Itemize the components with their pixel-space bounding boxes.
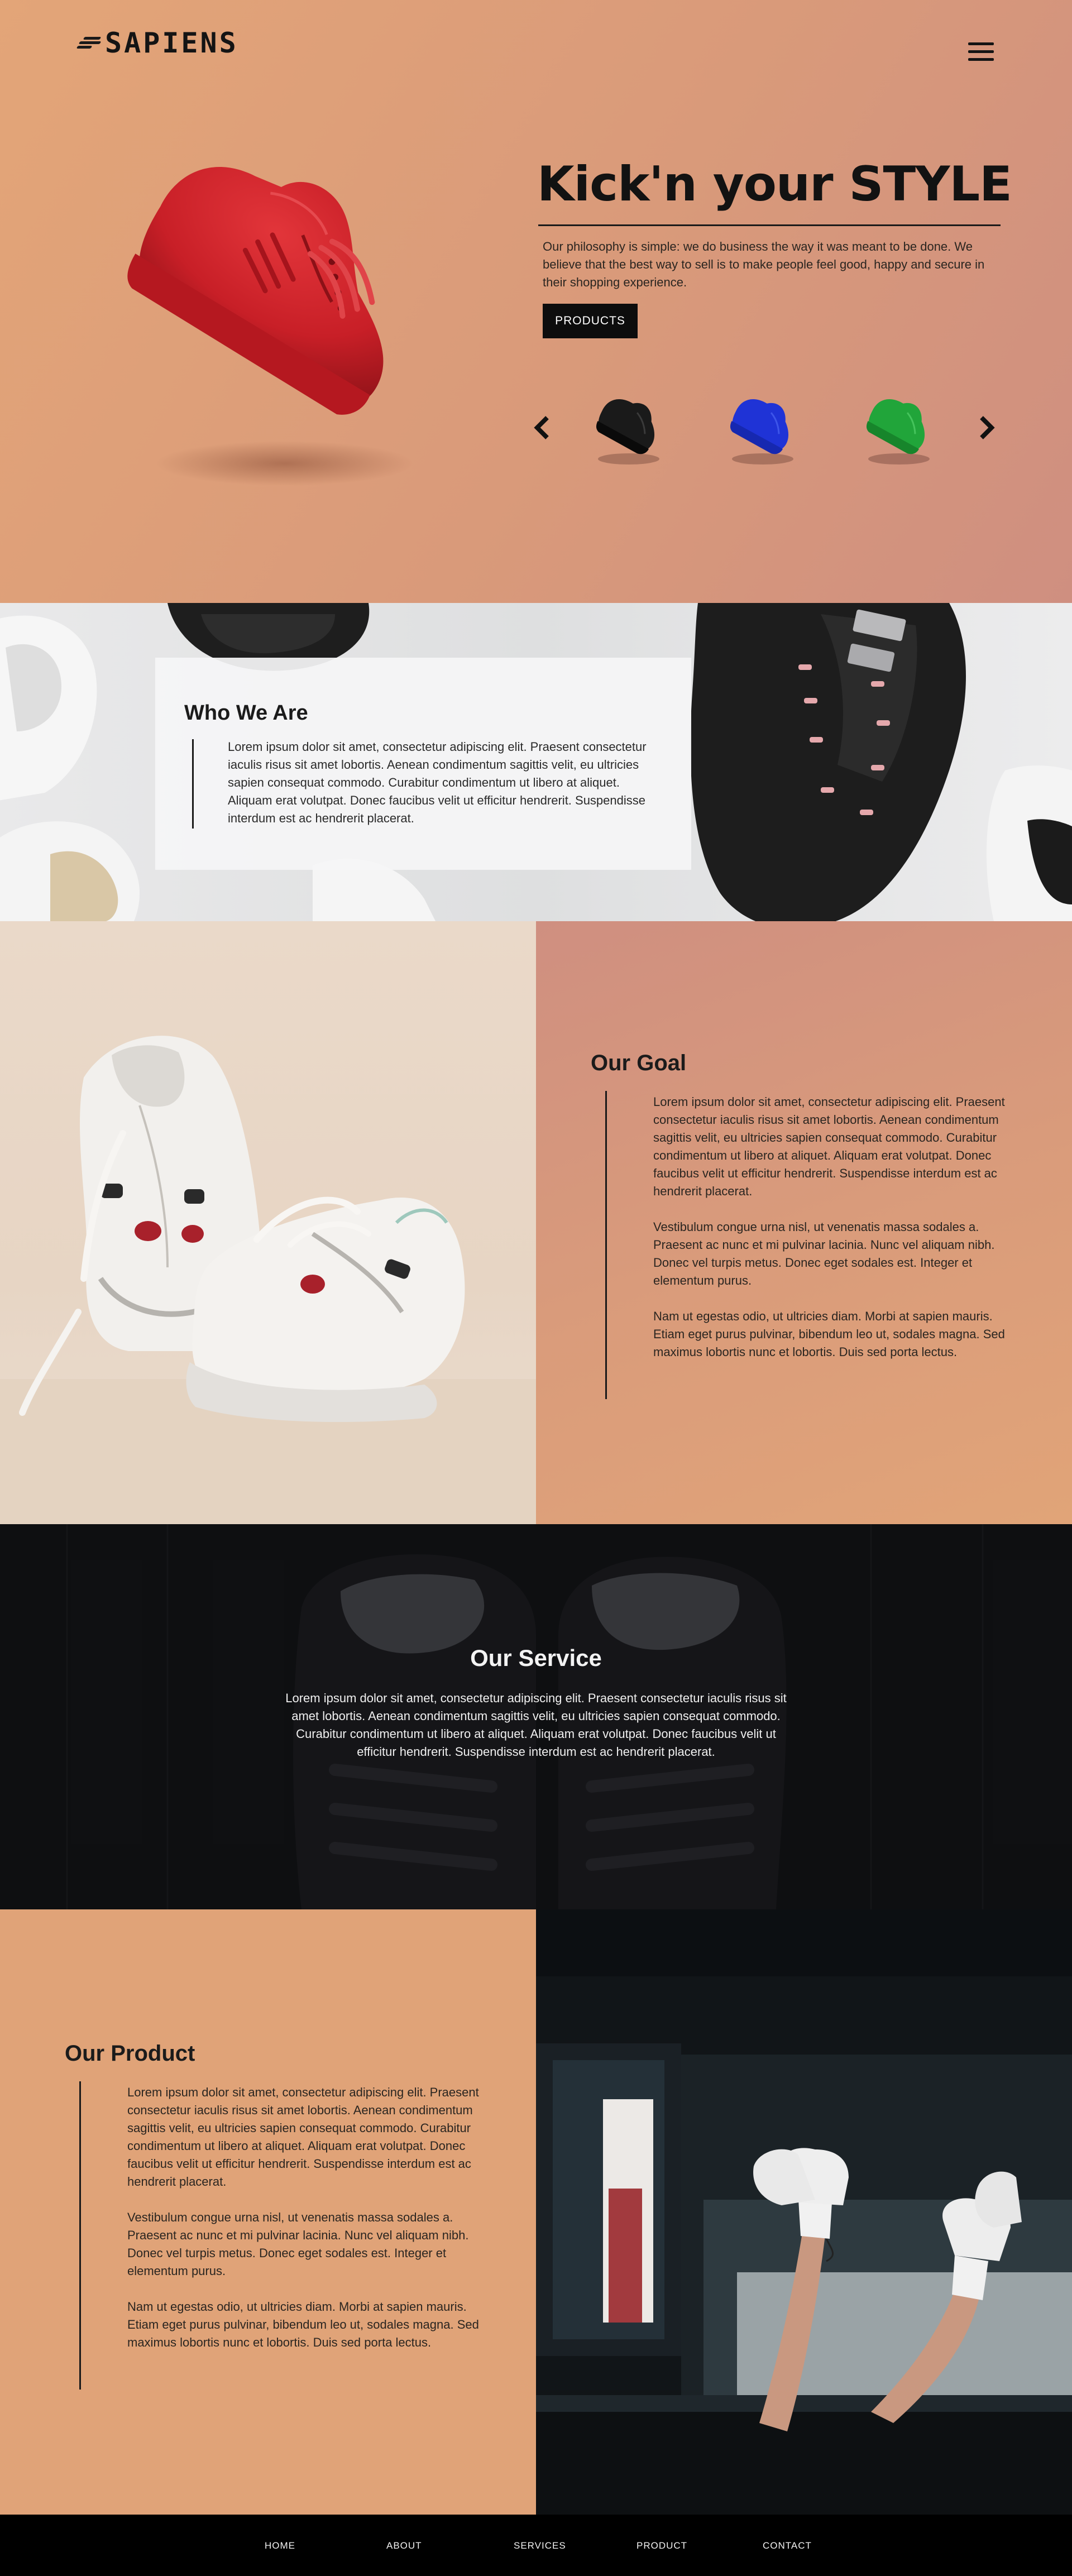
our-service-text: Lorem ipsum dolor sit amet, consectetur … xyxy=(285,1691,787,1759)
our-product-section: Our Product Lorem ipsum dolor sit amet, … xyxy=(0,1909,1072,2515)
our-product-paragraph: Lorem ipsum dolor sit amet, consectetur … xyxy=(127,2085,479,2189)
carousel-thumb-black-shoe[interactable] xyxy=(584,381,668,470)
hero-description: Our philosophy is simple: we do business… xyxy=(543,240,985,289)
hamburger-menu-icon[interactable] xyxy=(968,42,994,61)
our-goal-panel: Our Goal Lorem ipsum dolor sit amet, con… xyxy=(536,921,1072,1524)
nav-link-services[interactable]: SERVICES xyxy=(514,2540,566,2551)
footer-nav: HOME ABOUT SERVICES PRODUCT CONTACT xyxy=(0,2515,1072,2576)
hero-divider xyxy=(538,224,1001,226)
featured-red-shoe-image xyxy=(127,167,413,486)
hero-section: SAPIENS Kick'n your STYLE Our philosophy… xyxy=(0,0,1072,603)
our-product-title: Our Product xyxy=(65,2041,195,2066)
brand-logo[interactable]: SAPIENS xyxy=(76,27,238,59)
brand-name: SAPIENS xyxy=(105,27,238,59)
our-goal-paragraph: Lorem ipsum dolor sit amet, consectetur … xyxy=(653,1095,1005,1198)
our-goal-paragraph: Nam ut egestas odio, ut ultricies diam. … xyxy=(653,1309,1005,1359)
who-we-are-accent-bar xyxy=(192,739,194,829)
who-we-are-text: Lorem ipsum dolor sit amet, consectetur … xyxy=(228,740,647,825)
our-goal-paragraph: Vestibulum congue urna nisl, ut venenati… xyxy=(653,1220,995,1287)
our-product-text: Lorem ipsum dolor sit amet, consectetur … xyxy=(127,2084,479,2369)
our-goal-section: Our Goal Lorem ipsum dolor sit amet, con… xyxy=(0,921,1072,1524)
products-button[interactable]: PRODUCTS xyxy=(543,304,638,338)
our-product-accent-bar xyxy=(79,2081,81,2390)
our-goal-text: Lorem ipsum dolor sit amet, consectetur … xyxy=(653,1093,1011,1379)
who-we-are-card: Who We Are Lorem ipsum dolor sit amet, c… xyxy=(155,658,691,870)
our-goal-accent-bar xyxy=(605,1091,607,1399)
our-product-panel: Our Product Lorem ipsum dolor sit amet, … xyxy=(0,1909,536,2515)
nav-link-home[interactable]: HOME xyxy=(265,2540,295,2551)
our-service-section: Our Service Lorem ipsum dolor sit amet, … xyxy=(0,1524,1072,1909)
carousel-thumb-green-shoe[interactable] xyxy=(854,381,938,470)
hero-title: Kick'n your STYLE xyxy=(537,156,1012,212)
our-product-paragraph: Nam ut egestas odio, ut ultricies diam. … xyxy=(127,2300,479,2349)
nav-link-about[interactable]: ABOUT xyxy=(386,2540,422,2551)
our-goal-title: Our Goal xyxy=(591,1051,687,1075)
carousel-thumb-blue-shoe[interactable] xyxy=(718,381,802,470)
carousel-next-icon[interactable] xyxy=(978,415,995,440)
carousel-prev-icon[interactable] xyxy=(534,415,551,440)
who-we-are-section: Who We Are Lorem ipsum dolor sit amet, c… xyxy=(0,603,1072,921)
our-service-title: Our Service xyxy=(470,1645,602,1671)
nav-link-product[interactable]: PRODUCT xyxy=(636,2540,687,2551)
who-we-are-title: Who We Are xyxy=(184,701,308,725)
logo-mark-icon xyxy=(76,36,102,50)
legs-in-sneakers-image xyxy=(536,1909,1072,2515)
our-product-paragraph: Vestibulum congue urna nisl, ut venenati… xyxy=(127,2210,469,2278)
white-sneakers-image xyxy=(0,921,536,1524)
nav-link-contact[interactable]: CONTACT xyxy=(763,2540,812,2551)
